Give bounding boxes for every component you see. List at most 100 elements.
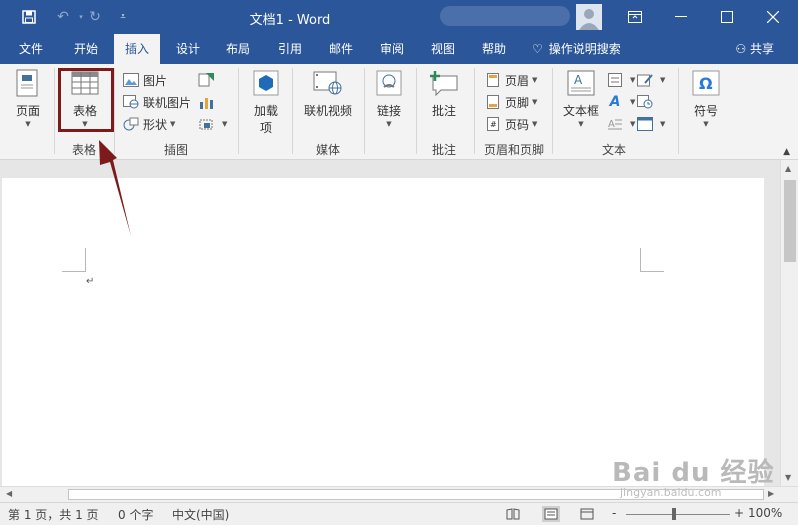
picture-label: 图片	[143, 73, 168, 88]
chevron-down-icon: ▼	[25, 120, 31, 128]
maximize-icon[interactable]	[704, 0, 750, 34]
textbox-icon: A	[565, 68, 597, 98]
tab-help[interactable]: 帮助	[470, 34, 518, 64]
share-icon: ⚇	[735, 42, 750, 56]
web-layout-icon[interactable]	[578, 506, 596, 522]
svg-text:Ω: Ω	[699, 74, 713, 93]
shapes-icon	[122, 115, 140, 133]
online-picture-button[interactable]: 联机图片	[122, 92, 191, 112]
divider	[416, 68, 417, 154]
footer-label: 页脚	[505, 95, 530, 110]
quick-parts-button[interactable]: ▼	[606, 70, 635, 90]
chevron-down-icon: ▼	[222, 120, 228, 128]
chart-icon	[198, 93, 216, 111]
comment-label: 批注	[431, 104, 456, 118]
chevron-down-icon: ▼	[578, 120, 584, 128]
tab-layout[interactable]: 布局	[216, 34, 260, 64]
icons-button[interactable]	[198, 70, 219, 90]
title-bar: ↶ ▾ ↻ ⩡ 文档1 - Word	[0, 0, 798, 34]
customize-icon[interactable]: ⩡	[112, 6, 134, 28]
page-number-button[interactable]: # 页码 ▼	[484, 114, 537, 134]
tab-home[interactable]: 开始	[64, 34, 108, 64]
tab-mailings[interactable]: 邮件	[318, 34, 364, 64]
chevron-down-icon: ▼	[532, 98, 538, 106]
paragraph-mark: ↵	[86, 276, 95, 287]
links-label: 链接	[376, 104, 401, 118]
signature-line-button[interactable]: ▼	[636, 70, 665, 90]
share-label: 共享	[749, 42, 774, 56]
group-label-header-footer: 页眉和页脚	[483, 143, 544, 157]
footer-button[interactable]: 页脚 ▼	[484, 92, 537, 112]
tab-review[interactable]: 审阅	[368, 34, 416, 64]
header-label: 页眉	[505, 73, 530, 88]
chart-button[interactable]	[198, 92, 219, 112]
tab-insert[interactable]: 插入	[114, 34, 160, 64]
zoom-out-button[interactable]: -	[612, 506, 616, 520]
scroll-down-icon[interactable]: ▼	[785, 473, 791, 482]
quick-parts-icon	[606, 71, 624, 89]
page-count[interactable]: 第 1 页，共 1 页	[8, 506, 99, 523]
baidu-watermark: Bai du 经验	[612, 458, 775, 488]
redo-icon[interactable]: ↻	[84, 6, 106, 28]
links-button[interactable]: 链接 ▼	[370, 68, 408, 129]
divider	[292, 68, 293, 154]
ribbon-display-icon[interactable]	[612, 0, 658, 34]
comment-icon	[428, 68, 460, 98]
header-button[interactable]: 页眉 ▼	[484, 70, 537, 90]
collapse-ribbon-icon[interactable]: ▲	[783, 147, 790, 157]
pages-button[interactable]: 页面 ▼	[8, 68, 48, 129]
textbox-button[interactable]: A 文本框 ▼	[560, 68, 602, 129]
screenshot-icon	[198, 115, 216, 133]
document-page[interactable]	[2, 178, 764, 488]
picture-button[interactable]: 图片	[122, 70, 167, 90]
drop-cap-icon: A	[606, 115, 624, 133]
calendar-clock-icon	[636, 93, 654, 111]
minimize-icon[interactable]	[658, 0, 704, 34]
word-count[interactable]: 0 个字	[118, 506, 153, 523]
close-icon[interactable]	[750, 0, 796, 34]
zoom-slider[interactable]	[626, 514, 730, 515]
avatar[interactable]	[576, 4, 602, 30]
online-video-icon	[312, 68, 344, 98]
tell-me-search[interactable]: ♡ 操作说明搜索	[532, 34, 642, 64]
divider	[114, 68, 115, 154]
table-button-highlight	[58, 68, 114, 132]
vertical-scroll-thumb[interactable]	[784, 180, 796, 262]
divider	[364, 68, 365, 154]
divider	[474, 68, 475, 154]
zoom-slider-thumb[interactable]	[672, 508, 676, 520]
chevron-down-icon: ▼	[532, 76, 538, 84]
read-mode-icon[interactable]	[504, 506, 522, 522]
group-label-media: 媒体	[315, 143, 340, 157]
share-button[interactable]: ⚇ 共享	[735, 34, 774, 64]
drop-cap-button[interactable]: A ▼	[606, 114, 635, 134]
baidu-watermark-url: jingyan.baidu.com	[620, 486, 722, 499]
tab-design[interactable]: 设计	[166, 34, 210, 64]
vertical-scrollbar[interactable]: ▲ ▼	[780, 160, 798, 486]
screenshot-button[interactable]: ▼	[198, 114, 227, 134]
addins-button[interactable]: 加载 项	[246, 68, 286, 136]
scroll-left-icon[interactable]: ◀	[6, 489, 12, 498]
object-button[interactable]: ▼	[636, 114, 665, 134]
symbol-button[interactable]: Ω 符号 ▼	[686, 68, 726, 129]
save-icon[interactable]	[18, 6, 40, 28]
zoom-level[interactable]: 100%	[748, 506, 782, 520]
shapes-button[interactable]: 形状 ▼	[122, 114, 175, 134]
print-layout-icon[interactable]	[542, 506, 560, 522]
group-label-comments: 批注	[431, 143, 456, 157]
date-time-button[interactable]	[636, 92, 657, 112]
chevron-down-icon: ▼	[630, 98, 636, 106]
scroll-right-icon[interactable]: ▶	[768, 489, 774, 498]
language[interactable]: 中文(中国)	[172, 506, 229, 523]
addins-label-2: 项	[259, 121, 272, 135]
wordart-button[interactable]: A ▼	[606, 92, 636, 112]
tab-references[interactable]: 引用	[266, 34, 314, 64]
zoom-in-button[interactable]: +	[734, 506, 744, 520]
tab-view[interactable]: 视图	[420, 34, 466, 64]
online-video-button[interactable]: 联机视频	[300, 68, 356, 119]
tab-file[interactable]: 文件	[10, 34, 52, 64]
scroll-up-icon[interactable]: ▲	[785, 164, 791, 173]
store-icon	[250, 68, 282, 98]
divider	[54, 68, 55, 154]
comment-button[interactable]: 批注	[424, 68, 464, 119]
